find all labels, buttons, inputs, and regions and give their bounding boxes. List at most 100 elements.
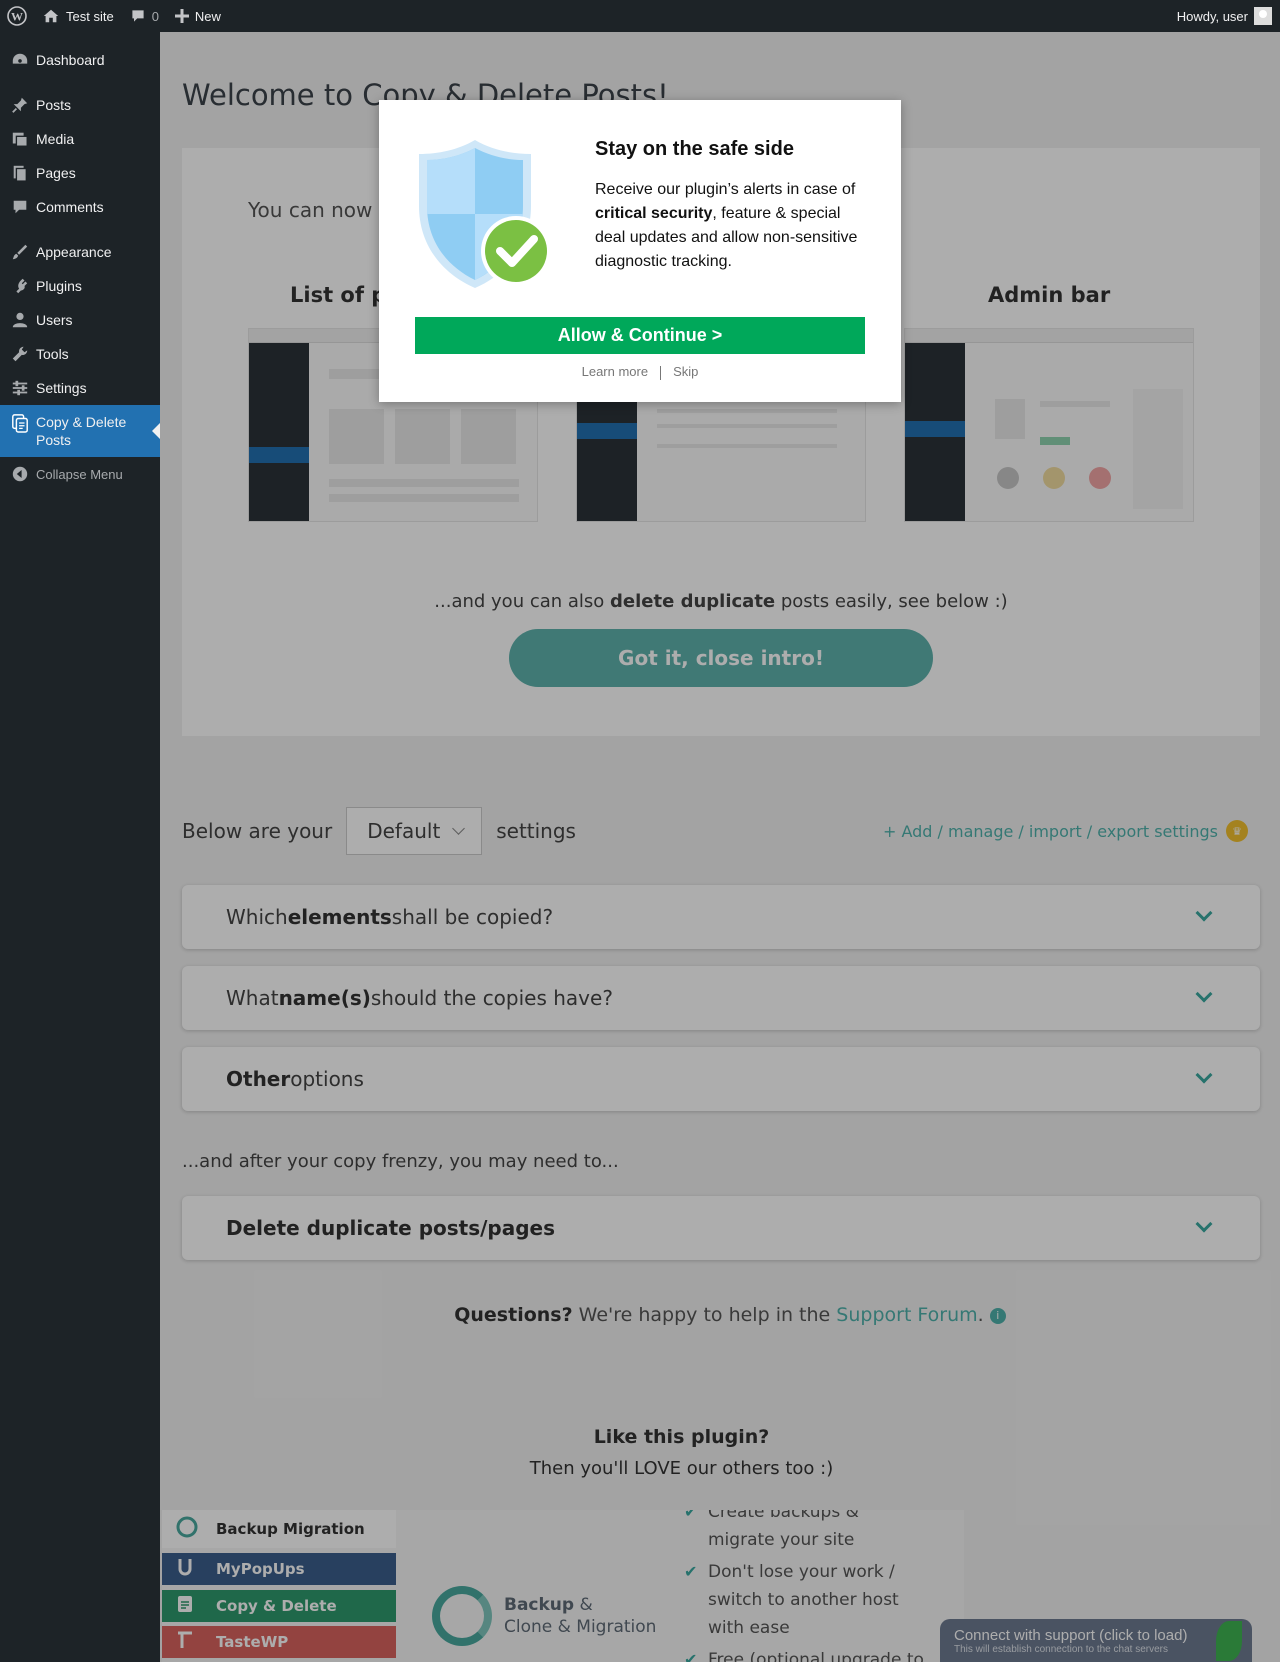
- menu-label: Settings: [36, 380, 87, 396]
- also-delete-text: ...and you can also delete duplicate pos…: [434, 591, 1008, 612]
- support-bubble-subtitle: This will establish connection to the ch…: [954, 1644, 1168, 1655]
- mypopups-logo-icon: [176, 1557, 194, 1581]
- chevron-down-icon: [1195, 1215, 1213, 1233]
- comment-icon: [132, 10, 144, 22]
- menu-users[interactable]: Users: [0, 303, 160, 337]
- after-copy-text: ...and after your copy frenzy, you may n…: [182, 1151, 619, 1172]
- user-icon: [10, 310, 30, 330]
- home-icon: [43, 9, 59, 23]
- backup-logo-icon: [432, 1586, 492, 1646]
- menu-settings[interactable]: Settings: [0, 371, 160, 405]
- copy-icon: [176, 1594, 194, 1618]
- menu-media[interactable]: Media: [0, 122, 160, 156]
- modal-links: Learn more Skip: [379, 364, 901, 380]
- close-intro-button[interactable]: Got it, close intro!: [509, 629, 933, 687]
- learn-more-link[interactable]: Learn more: [582, 364, 648, 379]
- skip-link[interactable]: Skip: [673, 364, 698, 379]
- new-label: New: [194, 8, 221, 24]
- chevron-down-icon: [1195, 1066, 1213, 1084]
- manage-settings-link[interactable]: + Add / manage / import / export setting…: [883, 820, 1248, 842]
- menu-pages[interactable]: Pages: [0, 156, 160, 190]
- new-content-link[interactable]: New: [167, 0, 229, 32]
- plugin-tab-copy-delete[interactable]: Copy & Delete: [162, 1590, 396, 1622]
- panel-other-options[interactable]: Other options: [182, 1047, 1260, 1111]
- copy-icon: [10, 413, 30, 433]
- settings-select[interactable]: Default: [346, 807, 483, 855]
- dashboard-icon: [10, 50, 30, 70]
- menu-label: Dashboard: [36, 52, 105, 68]
- admin-sidebar: Dashboard Posts Media Pages Comments App…: [0, 32, 160, 1662]
- panel-elements[interactable]: Which elements shall be copied?: [182, 885, 1260, 949]
- shield-check-icon: [419, 140, 551, 288]
- backup-logo-icon: [176, 1516, 198, 1542]
- support-bubble-title: Connect with support (click to load): [954, 1627, 1188, 1644]
- avatar: [1254, 7, 1272, 25]
- feature-item: Free (optional upgrade to: [684, 1646, 924, 1662]
- collapse-menu-button[interactable]: Collapse Menu: [0, 457, 160, 491]
- like-plugin-subtitle: Then you'll LOVE our others too :): [529, 1458, 834, 1479]
- chevron-down-icon: [1195, 904, 1213, 922]
- menu-label: Tools: [36, 346, 69, 362]
- menu-label: Copy & Delete Posts: [36, 414, 127, 448]
- comments-count: 0: [151, 8, 159, 24]
- settings-row: Below are your Default settings: [182, 807, 576, 855]
- menu-label: Plugins: [36, 278, 82, 294]
- menu-label: Posts: [36, 97, 72, 113]
- media-icon: [10, 129, 30, 149]
- column-title-list: List of p: [290, 283, 387, 307]
- chevron-down-icon: [1195, 985, 1213, 1003]
- site-name: Test site: [66, 8, 114, 24]
- menu-posts[interactable]: Posts: [0, 88, 160, 122]
- tastewp-logo-icon: [176, 1630, 194, 1654]
- menu-label: Users: [36, 312, 73, 328]
- svg-text:W: W: [11, 10, 23, 24]
- intro-text: You can now: [248, 198, 373, 222]
- menu-dashboard[interactable]: Dashboard: [0, 43, 160, 77]
- other-plugins-area: Backup Migration MyPopUps Copy & Delete …: [162, 1510, 964, 1662]
- allow-continue-button[interactable]: Allow & Continue >: [415, 317, 865, 354]
- support-forum-link[interactable]: Support Forum: [836, 1304, 977, 1326]
- menu-plugins[interactable]: Plugins: [0, 269, 160, 303]
- plugin-tab-mypopups[interactable]: MyPopUps: [162, 1553, 396, 1585]
- plus-icon: [174, 9, 189, 23]
- brush-icon: [10, 242, 30, 262]
- crown-icon: ♛: [1226, 820, 1248, 842]
- menu-copy-delete-posts[interactable]: Copy & Delete Posts: [0, 405, 160, 457]
- screenshot-admin-bar: [904, 328, 1194, 522]
- howdy-text: Howdy, user: [1176, 8, 1248, 24]
- collapse-label: Collapse Menu: [36, 466, 123, 482]
- settings-suffix: settings: [496, 819, 576, 843]
- pages-icon: [10, 163, 30, 183]
- settings-prefix: Below are your: [182, 819, 333, 843]
- plugin-tab-backup[interactable]: Backup Migration: [162, 1510, 396, 1548]
- menu-label: Media: [36, 131, 75, 147]
- menu-label: Appearance: [36, 244, 112, 260]
- plugin-tab-tastewp[interactable]: TasteWP: [162, 1626, 396, 1658]
- site-name-link[interactable]: Test site: [34, 0, 122, 32]
- feature-item: Create backups & migrate your site: [684, 1510, 924, 1554]
- info-icon[interactable]: i: [989, 1307, 1006, 1324]
- menu-label: Comments: [36, 199, 104, 215]
- backup-plugin-logo: Backup & Clone & Migration: [432, 1586, 656, 1646]
- modal-title: Stay on the safe side: [595, 138, 794, 160]
- menu-comments[interactable]: Comments: [0, 190, 160, 224]
- chevron-down-icon: [452, 822, 466, 835]
- menu-tools[interactable]: Tools: [0, 337, 160, 371]
- plugin-feature-list: Create backups & migrate your site Don't…: [684, 1510, 924, 1662]
- admin-bar: W Test site 0 New Howdy, user: [0, 0, 1280, 32]
- plug-icon: [10, 276, 30, 296]
- pin-icon: [10, 95, 30, 115]
- menu-appearance[interactable]: Appearance: [0, 235, 160, 269]
- comment-icon: [10, 197, 30, 217]
- panel-delete-duplicates[interactable]: Delete duplicate posts/pages: [182, 1196, 1260, 1260]
- panel-names[interactable]: What name(s) should the copies have?: [182, 966, 1260, 1030]
- modal-body: Receive our plugin’s alerts in case of c…: [595, 181, 858, 270]
- collapse-arrow-icon: [10, 464, 30, 484]
- feature-item: Don't lose your work / switch to another…: [684, 1558, 924, 1642]
- comments-link[interactable]: 0: [122, 0, 167, 32]
- wordpress-logo-icon[interactable]: W: [0, 0, 34, 32]
- my-account-link[interactable]: Howdy, user: [1169, 0, 1280, 32]
- support-chat-bubble[interactable]: Connect with support (click to load) Thi…: [940, 1619, 1252, 1662]
- safe-side-modal: Stay on the safe side Receive our plugin…: [379, 100, 901, 402]
- questions-line: Questions? We're happy to help in the Su…: [160, 1304, 1280, 1326]
